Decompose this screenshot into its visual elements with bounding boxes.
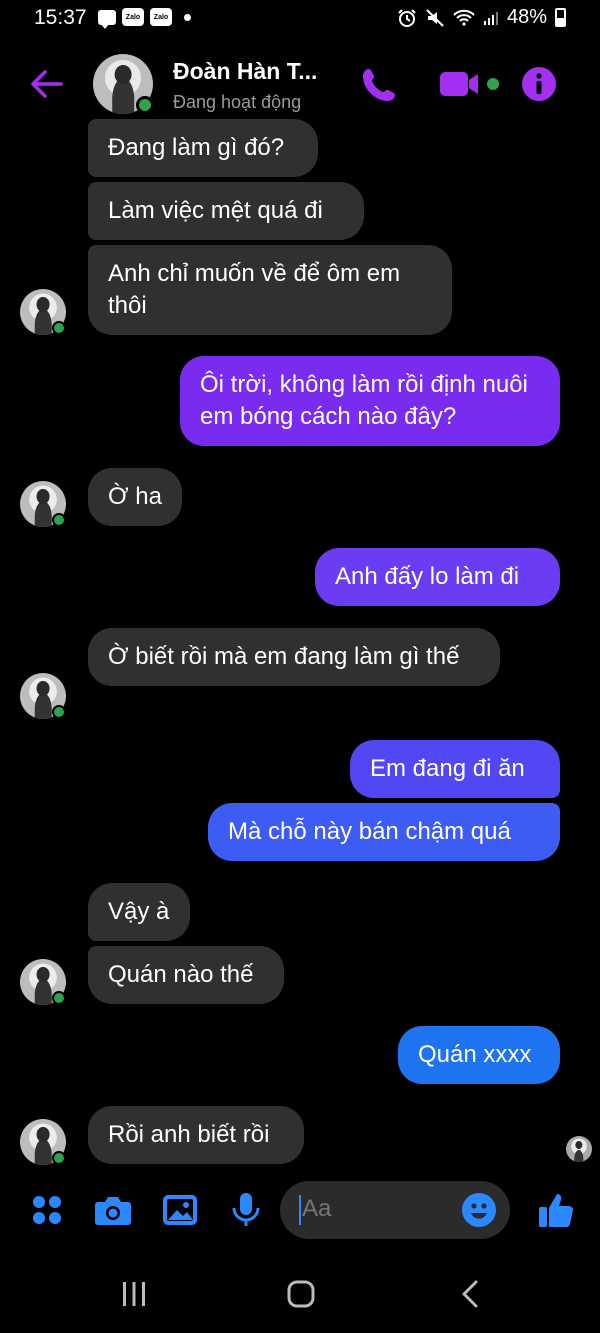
- online-indicator: [136, 96, 154, 114]
- notification-icons: Zalo Zalo: [98, 8, 191, 29]
- incoming-message[interactable]: Vậy à: [88, 883, 190, 941]
- message-notification-icon: [98, 9, 116, 29]
- thumbs-up-icon: [539, 1194, 573, 1228]
- incoming-message[interactable]: Làm việc mệt quá đi: [88, 182, 364, 240]
- online-indicator: [52, 513, 66, 527]
- outgoing-message[interactable]: Mà chỗ này bán chậm quá: [208, 803, 560, 861]
- status-bar: 15:37 Zalo Zalo 48%: [0, 0, 600, 40]
- voice-message-button[interactable]: [227, 1191, 265, 1229]
- contact-name[interactable]: Đoàn Hàn T...: [173, 58, 317, 85]
- incoming-message[interactable]: Ờ biết rồi mà em đang làm gì thế: [88, 628, 500, 686]
- system-navigation-bar: [0, 1258, 600, 1328]
- menu-grid-icon: [33, 1196, 61, 1224]
- back-icon: [462, 1280, 478, 1308]
- battery-icon: [555, 8, 566, 27]
- incoming-message[interactable]: Đang làm gì đó?: [88, 119, 318, 177]
- online-indicator: [52, 705, 66, 719]
- incoming-message[interactable]: Ờ ha: [88, 468, 182, 526]
- phone-icon: [363, 69, 395, 101]
- incoming-message[interactable]: Anh chỉ muốn về để ôm em thôi: [88, 245, 452, 335]
- info-button[interactable]: [521, 66, 557, 102]
- signal-icon: [483, 11, 498, 25]
- microphone-icon: [232, 1193, 260, 1226]
- camera-button[interactable]: [94, 1191, 132, 1229]
- zalo-notification-icon: Zalo: [150, 8, 172, 26]
- more-notifications-dot-icon: [184, 13, 191, 21]
- back-button[interactable]: [28, 66, 64, 102]
- info-icon: [522, 67, 556, 101]
- voice-call-button[interactable]: [360, 64, 400, 104]
- gallery-button[interactable]: [161, 1191, 199, 1229]
- battery-percent: 48%: [506, 6, 547, 28]
- mute-icon: [426, 8, 444, 27]
- online-indicator: [52, 321, 66, 335]
- status-time: 15:37: [34, 6, 87, 29]
- online-indicator: [52, 1151, 66, 1165]
- back-nav-button[interactable]: [450, 1276, 490, 1312]
- outgoing-message[interactable]: Em đang đi ăn: [350, 740, 560, 798]
- camera-icon: [95, 1197, 131, 1225]
- zalo-notification-icon: Zalo: [122, 8, 144, 26]
- outgoing-message[interactable]: Anh đấy lo làm đi: [315, 548, 560, 606]
- back-arrow-icon: [31, 70, 63, 98]
- incoming-message[interactable]: Rồi anh biết rồi: [88, 1106, 304, 1164]
- message-input[interactable]: [302, 1195, 452, 1223]
- message-composer: [0, 1175, 600, 1245]
- incoming-message[interactable]: Quán nào thế: [88, 946, 284, 1004]
- video-call-button[interactable]: [438, 68, 502, 100]
- alarm-icon: [398, 8, 416, 27]
- wifi-icon: [453, 9, 475, 26]
- emoji-icon: [471, 1203, 487, 1219]
- home-icon: [287, 1280, 315, 1308]
- gallery-icon: [163, 1195, 197, 1225]
- seen-receipt-avatar: [566, 1136, 592, 1162]
- recent-apps-button[interactable]: [114, 1276, 154, 1312]
- message-input-container[interactable]: [280, 1181, 510, 1239]
- text-caret: [299, 1195, 301, 1225]
- active-status: Đang hoạt động: [173, 92, 302, 112]
- outgoing-message[interactable]: Quán xxxx: [398, 1026, 560, 1084]
- like-button[interactable]: [537, 1191, 575, 1229]
- system-status-icons: 48%: [397, 6, 566, 29]
- outgoing-message[interactable]: Ôi trời, không làm rồi định nuôi em bóng…: [180, 356, 560, 446]
- emoji-button[interactable]: [462, 1193, 496, 1227]
- recent-apps-icon: [123, 1282, 145, 1306]
- more-actions-button[interactable]: [28, 1191, 66, 1229]
- video-camera-icon: [440, 72, 499, 96]
- online-indicator: [52, 991, 66, 1005]
- home-button[interactable]: [281, 1276, 321, 1312]
- conversation-header: Đoàn Hàn T... Đang hoạt động: [0, 46, 600, 126]
